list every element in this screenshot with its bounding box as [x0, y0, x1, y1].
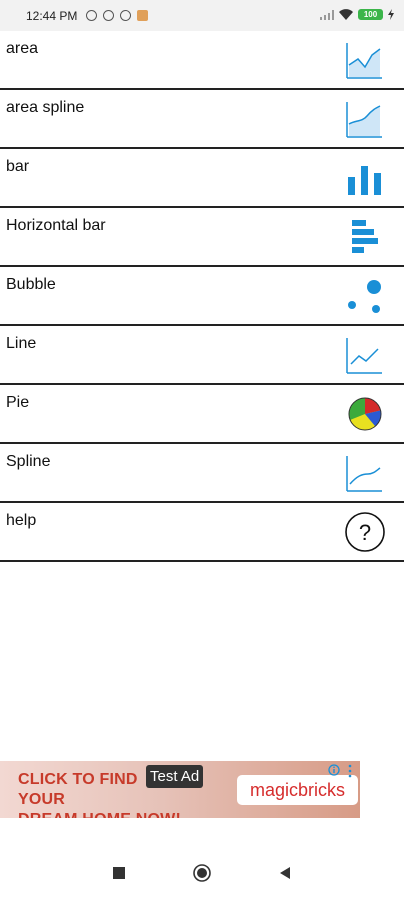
circle-at-icon	[120, 10, 131, 21]
list-item-area-spline[interactable]: area spline	[0, 90, 404, 149]
list-item-label: bar	[6, 158, 30, 175]
list-item-label: area spline	[6, 99, 85, 116]
line-chart-icon	[346, 338, 382, 374]
status-time: 12:44 PM	[26, 9, 78, 23]
back-button[interactable]	[276, 864, 294, 882]
list-item-bar[interactable]: bar	[0, 149, 404, 208]
list-item-area[interactable]: area	[0, 31, 404, 90]
ad-brand-logo[interactable]: magicbricks	[237, 775, 358, 805]
signal-icon	[320, 9, 334, 20]
navigation-bar	[0, 846, 404, 900]
chart-type-list: area area spline bar Horizontal bar Bubb…	[0, 31, 404, 562]
list-item-label: help	[6, 512, 37, 529]
status-notification-icons	[86, 10, 148, 21]
list-item-label: Pie	[6, 394, 30, 411]
circle-at-icon	[103, 10, 114, 21]
ad-more-icon[interactable]	[345, 764, 355, 778]
svg-text:?: ?	[359, 520, 371, 545]
list-item-line[interactable]: Line	[0, 326, 404, 385]
list-item-spline[interactable]: Spline	[0, 444, 404, 503]
list-item-label: Bubble	[6, 276, 56, 293]
ad-info-icon[interactable]	[328, 764, 340, 776]
area-spline-chart-icon	[346, 102, 382, 138]
list-item-help[interactable]: help ?	[0, 503, 404, 562]
pie-chart-icon	[348, 397, 382, 431]
list-item-label: Line	[6, 335, 37, 352]
area-chart-icon	[342, 37, 388, 83]
bubble-chart-icon	[348, 280, 381, 313]
ad-banner[interactable]: CLICK TO FIND YOUR DREAM HOME NOW! Test …	[0, 761, 360, 818]
list-item-pie[interactable]: Pie	[0, 385, 404, 444]
sync-off-icon	[86, 10, 97, 21]
spline-chart-icon	[346, 456, 382, 492]
list-item-bubble[interactable]: Bubble	[0, 267, 404, 326]
home-button[interactable]	[193, 864, 211, 882]
list-item-label: area	[6, 40, 39, 57]
bar-chart-icon	[348, 166, 381, 195]
test-ad-badge: Test Ad	[146, 765, 204, 788]
status-bar: 12:44 PM 100	[0, 0, 404, 31]
horizontal-bar-chart-icon	[352, 220, 378, 253]
list-item-label: Horizontal bar	[6, 217, 106, 234]
battery-icon: 100	[358, 9, 383, 20]
status-system-icons: 100	[320, 9, 394, 20]
help-icon: ?	[345, 512, 385, 552]
list-item-label: Spline	[6, 453, 51, 470]
charging-bolt-icon	[388, 9, 394, 20]
recents-button[interactable]	[110, 864, 128, 882]
ad-headline-line2: DREAM HOME NOW!	[18, 810, 188, 818]
wifi-icon	[339, 9, 353, 20]
shopping-bag-icon	[137, 10, 148, 21]
list-item-horizontal-bar[interactable]: Horizontal bar	[0, 208, 404, 267]
